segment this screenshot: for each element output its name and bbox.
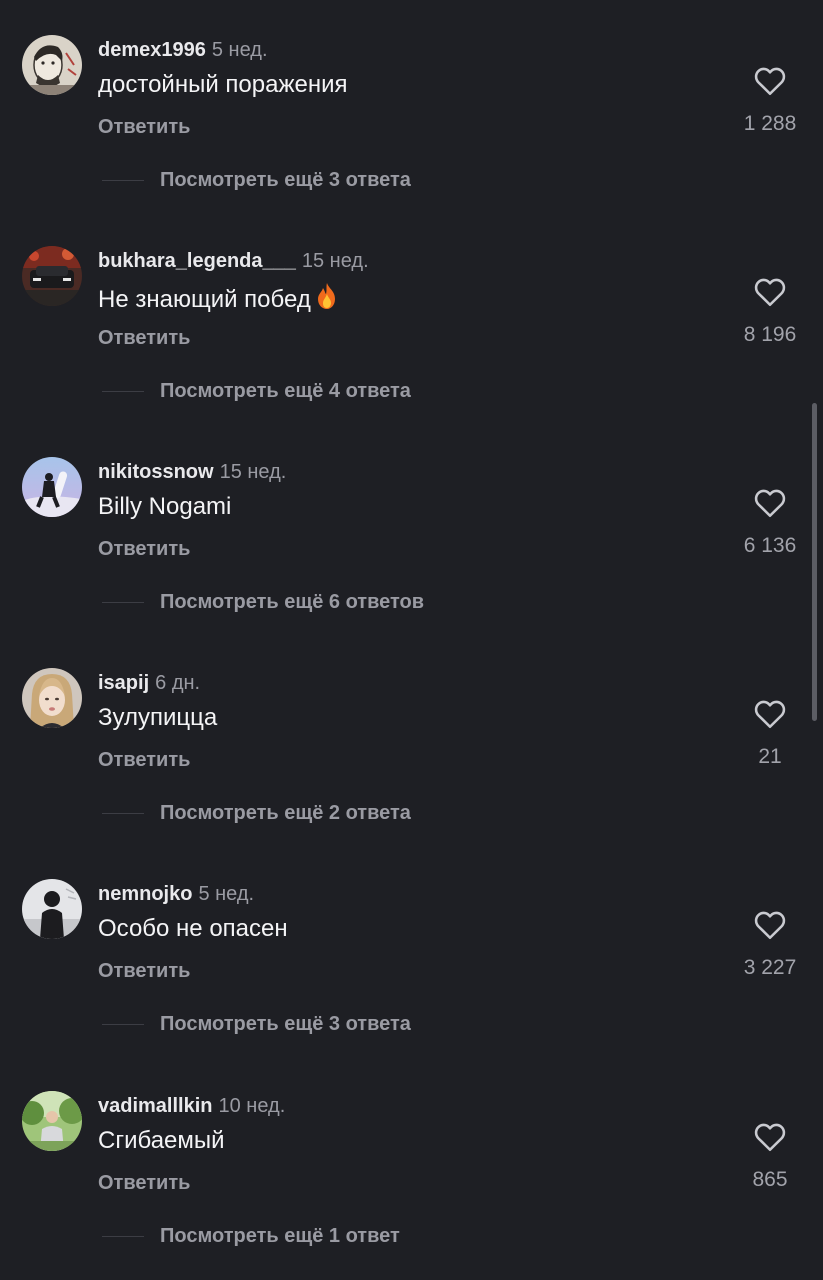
reply-button[interactable]: Ответить (98, 1171, 190, 1195)
comment-text: достойный поражения (98, 70, 348, 100)
view-more-replies-label: Посмотреть ещё 4 ответа (160, 380, 411, 402)
view-more-replies-label: Посмотреть ещё 2 ответа (160, 802, 411, 824)
view-more-replies-label: Посмотреть ещё 6 ответов (160, 591, 425, 613)
comment-text-content: достойный поражения (98, 71, 348, 98)
heart-icon (754, 278, 786, 307)
like-button[interactable] (752, 274, 788, 310)
like-count: 1 288 (743, 112, 797, 135)
comment-time: 15 нед. (219, 461, 287, 483)
username[interactable]: bukhara_legenda___ (98, 250, 296, 272)
like-button[interactable] (752, 907, 788, 943)
comment-header: nikitossnow 15 нед. (98, 460, 286, 484)
replies-divider (102, 1024, 144, 1025)
avatar[interactable] (22, 1091, 82, 1151)
like-count: 3 227 (743, 956, 797, 979)
comment-item: bukhara_legenda___ 15 нед. Не знающий поб… (0, 246, 823, 457)
comment-header: vadimalllkin 10 нед. (98, 1094, 285, 1118)
view-more-replies-label: Посмотреть ещё 1 ответ (160, 1225, 400, 1247)
like-count: 6 136 (743, 534, 797, 557)
comment-text-content: Billy Nogami (98, 493, 232, 520)
avatar[interactable] (22, 35, 82, 95)
comment-header: demex1996 5 нед. (98, 38, 268, 62)
heart-icon (754, 67, 786, 96)
like-button[interactable] (752, 63, 788, 99)
comment-text-content: Особо не опасен (98, 915, 288, 942)
comment-time: 15 нед. (301, 250, 369, 272)
reply-button[interactable]: Ответить (98, 115, 190, 139)
like-count: 21 (758, 745, 782, 768)
replies-divider (102, 602, 144, 603)
like-button[interactable] (752, 1119, 788, 1155)
avatar-man-park-icon (22, 1091, 82, 1151)
comment-item: nikitossnow 15 нед. Billy Nogami Ответить… (0, 457, 823, 668)
replies-divider (102, 180, 144, 181)
like-button[interactable] (752, 696, 788, 732)
avatar[interactable] (22, 246, 82, 306)
comment-item: isapij 6 дн. Зулупицца Ответить 21 Посмот… (0, 668, 823, 879)
avatar[interactable] (22, 879, 82, 939)
comment-header: nemnojko 5 нед. (98, 882, 254, 906)
comment-item: vadimalllkin 10 нед. Сгибаемый Ответить 8… (0, 1091, 823, 1280)
scrollbar[interactable] (812, 403, 817, 721)
heart-icon (754, 911, 786, 940)
avatar-sketch-man-icon (22, 35, 82, 95)
username[interactable]: isapij (98, 672, 149, 694)
comment-time: 5 нед. (211, 39, 268, 61)
comment-item: demex1996 5 нед. достойный поражения Отве… (0, 35, 823, 246)
username[interactable]: vadimalllkin (98, 1095, 213, 1117)
avatar-girl-icon (22, 668, 82, 728)
comment-text-content: Не знающий побед (98, 286, 311, 313)
comment-header: bukhara_legenda___ 15 нед. (98, 249, 369, 273)
username[interactable]: nemnojko (98, 883, 192, 905)
like-count: 865 (752, 1168, 788, 1191)
view-more-replies-label: Посмотреть ещё 3 ответа (160, 1013, 411, 1035)
avatar-car-icon (22, 246, 82, 306)
comment-text: Не знающий побед (98, 281, 341, 319)
reply-button[interactable]: Ответить (98, 537, 190, 561)
comment-text: Особо не опасен (98, 914, 288, 944)
replies-divider (102, 391, 144, 392)
heart-icon (754, 489, 786, 518)
like-count: 8 196 (743, 323, 797, 346)
comment-text-content: Зулупицца (98, 704, 218, 731)
comment-time: 5 нед. (198, 883, 255, 905)
like-button[interactable] (752, 485, 788, 521)
avatar-person-grey-icon (22, 879, 82, 939)
replies-divider (102, 1236, 144, 1237)
fire-emoji-icon (313, 281, 341, 319)
avatar-snowboarder-icon (22, 457, 82, 517)
comment-item: nemnojko 5 нед. Особо не опасен Ответить … (0, 879, 823, 1090)
comment-time: 10 нед. (218, 1095, 286, 1117)
reply-button[interactable]: Ответить (98, 959, 190, 983)
heart-icon (754, 1123, 786, 1152)
replies-divider (102, 813, 144, 814)
username[interactable]: demex1996 (98, 39, 206, 61)
comment-text-content: Сгибаемый (98, 1127, 225, 1154)
comment-time: 6 дн. (155, 672, 201, 694)
comment-header: isapij 6 дн. (98, 671, 200, 695)
avatar[interactable] (22, 668, 82, 728)
comment-text: Billy Nogami (98, 492, 231, 522)
comments-screen: demex1996 5 нед. достойный поражения Отве… (0, 0, 823, 1280)
reply-button[interactable]: Ответить (98, 326, 190, 350)
heart-icon (754, 700, 786, 729)
comment-text: Сгибаемый (98, 1126, 225, 1156)
avatar[interactable] (22, 457, 82, 517)
comment-text: Зулупицца (98, 703, 217, 733)
view-more-replies-label: Посмотреть ещё 3 ответа (160, 169, 411, 191)
reply-button[interactable]: Ответить (98, 748, 190, 772)
username[interactable]: nikitossnow (98, 461, 214, 483)
